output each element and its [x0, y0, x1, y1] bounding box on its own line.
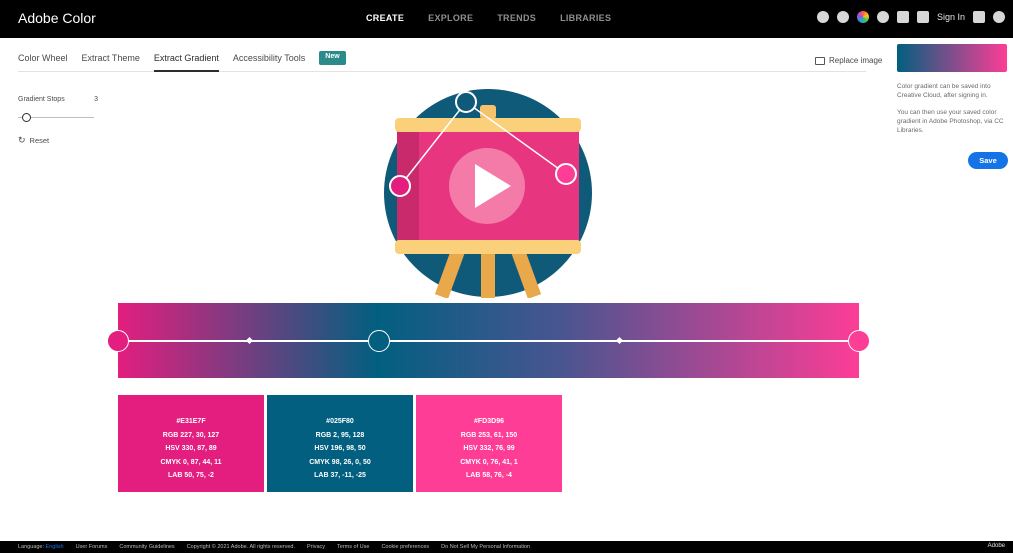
- gradient-line: [118, 340, 859, 342]
- footer-link-terms[interactable]: Terms of Use: [337, 544, 369, 550]
- source-image: [384, 89, 592, 298]
- swatch-3[interactable]: #FD3D96 RGB 253, 61, 150 HSV 332, 76, 99…: [416, 395, 562, 492]
- globe-icon[interactable]: [816, 11, 829, 23]
- color-swatches: #E31E7F RGB 227, 30, 127 HSV 330, 87, 89…: [118, 395, 562, 492]
- apps-grid-icon[interactable]: [973, 11, 985, 23]
- swatch-rgb: RGB 2, 95, 128: [315, 431, 365, 439]
- slider-knob[interactable]: [22, 113, 31, 122]
- swatch-1[interactable]: #E31E7F RGB 227, 30, 127 HSV 330, 87, 89…: [118, 395, 264, 492]
- nav-libraries[interactable]: LIBRARIES: [560, 13, 611, 23]
- top-nav: CREATE EXPLORE TRENDS LIBRARIES: [366, 13, 611, 23]
- reset-button[interactable]: ↻ Reset: [18, 135, 98, 146]
- chat-icon[interactable]: [916, 11, 929, 23]
- swatch-hsv: HSV 330, 87, 89: [165, 445, 217, 452]
- sample-point-3[interactable]: [555, 163, 577, 185]
- nav-explore[interactable]: EXPLORE: [428, 13, 473, 23]
- mode-tabs: Color Wheel Extract Theme Extract Gradie…: [18, 50, 866, 72]
- swatch-cmyk: CMYK 98, 26, 0, 50: [309, 458, 371, 466]
- contrast-icon[interactable]: [836, 11, 849, 23]
- libraries-info-text: You can then use your saved color gradie…: [897, 109, 1004, 134]
- gradient-stop-2[interactable]: [368, 330, 390, 352]
- swatch-rgb: RGB 253, 61, 150: [460, 431, 518, 439]
- gradient-midpoint-2[interactable]: [615, 336, 624, 345]
- footer-link-do-not-sell[interactable]: Do Not Sell My Personal Information: [441, 544, 530, 550]
- swatch-hex[interactable]: #FD3D96: [416, 415, 562, 429]
- adobe-account-icon[interactable]: [993, 11, 1005, 23]
- swatch-rgb: RGB 227, 30, 127: [162, 431, 220, 439]
- sign-in-link[interactable]: Sign In: [937, 12, 965, 22]
- gradient-stop-1[interactable]: [107, 330, 129, 352]
- nav-trends[interactable]: TRENDS: [497, 13, 536, 23]
- swatch-hex[interactable]: #E31E7F: [118, 415, 264, 429]
- sample-point-1[interactable]: [389, 175, 411, 197]
- header-icons: Sign In: [816, 11, 1005, 23]
- gradient-controls: Gradient Stops 3 ↻ Reset: [18, 96, 98, 146]
- swatch-hsv: HSV 332, 76, 99: [463, 445, 515, 452]
- tab-accessibility-tools[interactable]: Accessibility Tools: [233, 50, 305, 72]
- swatch-hsv: HSV 196, 98, 50: [314, 445, 366, 452]
- replace-image-button[interactable]: Replace image: [815, 56, 882, 65]
- gradient-stop-3[interactable]: [848, 330, 870, 352]
- nav-create[interactable]: CREATE: [366, 13, 404, 23]
- swatch-2[interactable]: #025F80 RGB 2, 95, 128 HSV 196, 98, 50 C…: [267, 395, 413, 492]
- footer-link-cookies[interactable]: Cookie preferences: [381, 544, 429, 550]
- sample-point-2[interactable]: [455, 91, 477, 113]
- footer-link-forums[interactable]: User Forums: [76, 544, 108, 550]
- replace-image-label: Replace image: [829, 56, 883, 65]
- reset-icon: ↻: [18, 135, 26, 145]
- adobe-logo[interactable]: Adobe: [988, 543, 1005, 549]
- language-selector[interactable]: English: [46, 544, 64, 550]
- easel-top-rail: [395, 118, 581, 132]
- save-info-text: Color gradient can be saved into Creativ…: [897, 83, 991, 99]
- gradient-stops-label: Gradient Stops: [18, 96, 65, 103]
- gradient-stops-value: 3: [94, 96, 98, 103]
- new-badge: New: [319, 51, 346, 65]
- footer-link-guidelines[interactable]: Community Guidelines: [119, 544, 174, 550]
- easel-bottom-rail: [395, 240, 581, 254]
- footer-copyright: Copyright © 2021 Adobe. All rights reser…: [186, 544, 295, 550]
- gradient-midpoint-1[interactable]: [245, 336, 254, 345]
- swatch-lab: LAB 50, 75, -2: [168, 472, 214, 479]
- language-label: Language: English: [18, 544, 64, 550]
- footer: Language: English User Forums Community …: [0, 541, 1013, 553]
- gradient-bar: [107, 303, 870, 378]
- swatch-cmyk: CMYK 0, 76, 41, 1: [460, 458, 518, 466]
- image-icon: [815, 56, 825, 65]
- footer-link-privacy[interactable]: Privacy: [307, 544, 325, 550]
- app-title[interactable]: Adobe Color: [18, 10, 96, 26]
- library-icon[interactable]: [896, 11, 909, 23]
- tab-color-wheel[interactable]: Color Wheel: [18, 50, 68, 72]
- help-icon[interactable]: [876, 11, 889, 23]
- swatch-hex[interactable]: #025F80: [267, 415, 413, 429]
- top-bar: Adobe Color CREATE EXPLORE TRENDS LIBRAR…: [0, 0, 1013, 38]
- reset-label: Reset: [29, 136, 50, 145]
- easel-leg-center: [481, 248, 495, 298]
- gradient-preview: [897, 44, 1007, 72]
- gradient-stops-slider[interactable]: [18, 113, 98, 123]
- tab-extract-gradient[interactable]: Extract Gradient: [153, 50, 219, 72]
- color-wheel-icon[interactable]: [856, 11, 869, 23]
- easel-top: [480, 105, 496, 119]
- save-button[interactable]: Save: [968, 152, 1008, 169]
- swatch-lab: LAB 37, -11, -25: [314, 472, 366, 479]
- tab-extract-theme[interactable]: Extract Theme: [82, 50, 140, 72]
- swatch-lab: LAB 58, 76, -4: [466, 472, 512, 479]
- right-panel: Color gradient can be saved into Creativ…: [897, 44, 1007, 135]
- swatch-cmyk: CMYK 0, 87, 44, 11: [160, 458, 222, 466]
